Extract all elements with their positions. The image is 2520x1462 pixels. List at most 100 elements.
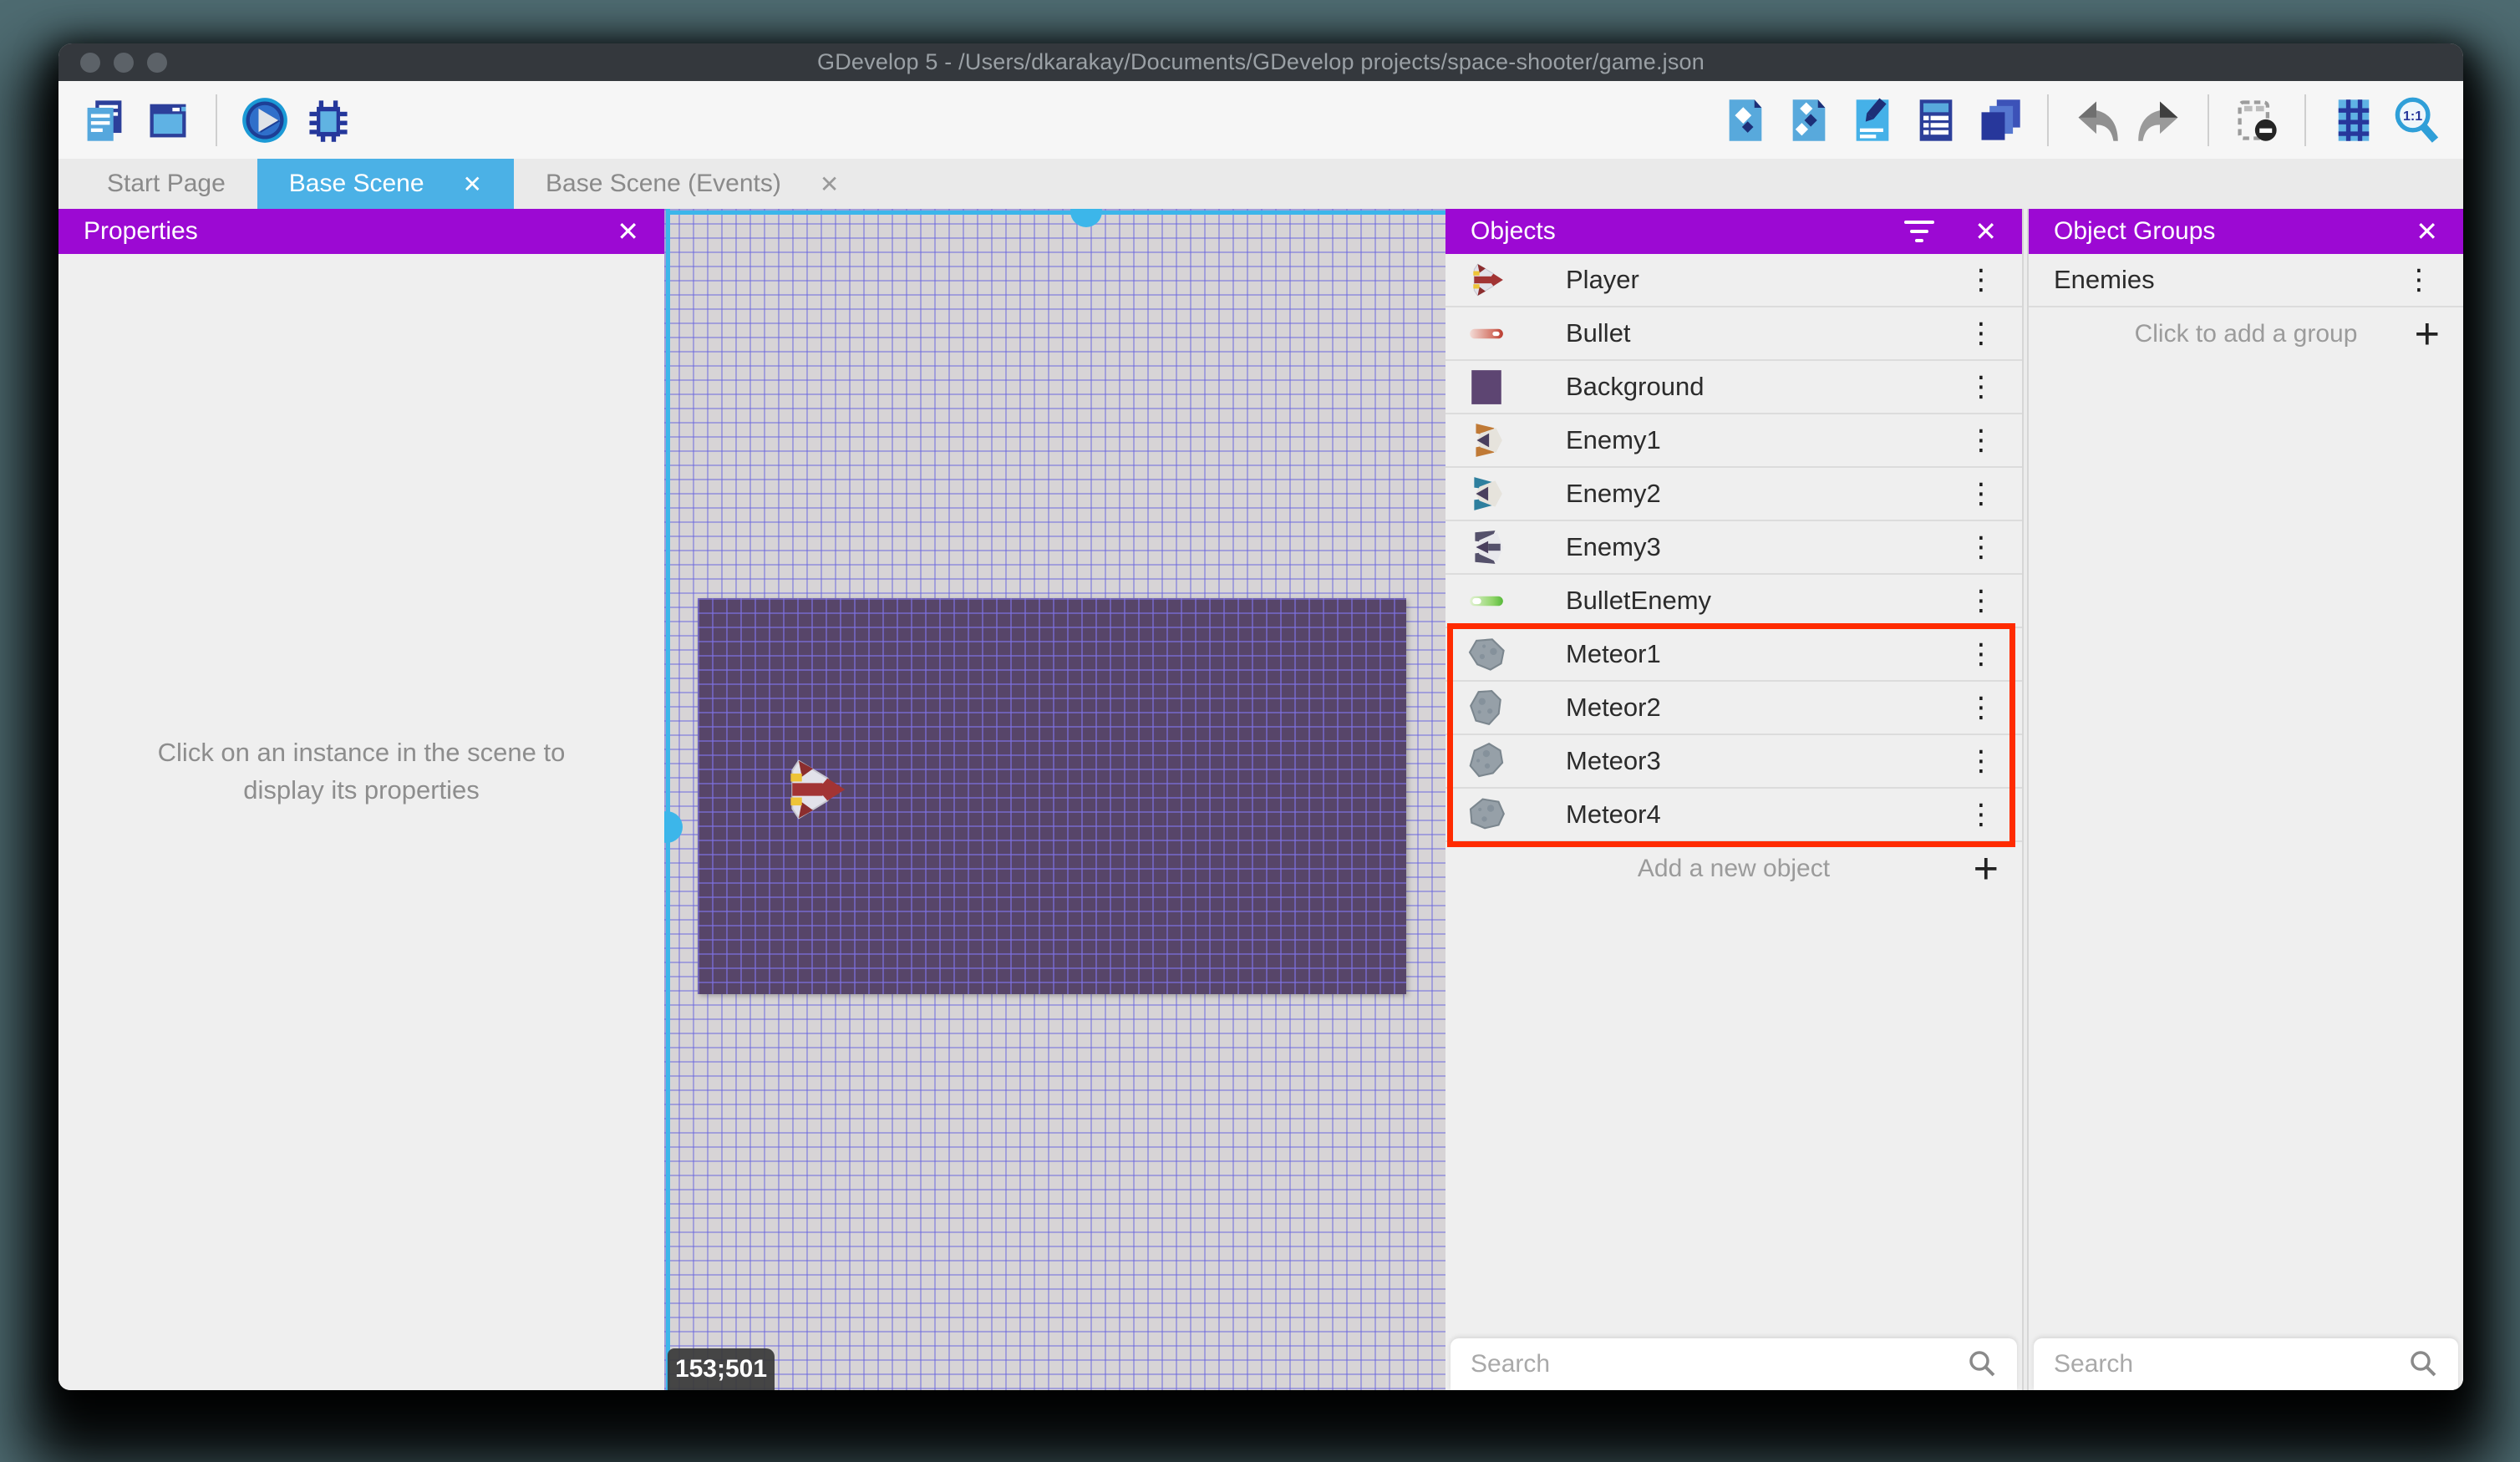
object-item-meteor3[interactable]: Meteor3 ⋮	[1445, 735, 2022, 789]
instances-list-button[interactable]	[1908, 93, 1964, 148]
mask-icon	[2233, 96, 2281, 145]
object-item-enemy2[interactable]: Enemy2 ⋮	[1445, 468, 2022, 521]
object-item-meteor4[interactable]: Meteor4 ⋮	[1445, 789, 2022, 842]
instances-list-icon	[1912, 96, 1960, 145]
window-title: GDevelop 5 - /Users/dkarakay/Documents/G…	[817, 49, 1705, 74]
object-menu-icon[interactable]: ⋮	[1962, 691, 2000, 724]
project-manager-icon	[80, 96, 129, 145]
main-content: Properties ✕ Click on an instance in the…	[58, 209, 2463, 1390]
player-instance[interactable]	[780, 750, 850, 829]
add-group-button[interactable]: Click to add a group +	[2029, 307, 2463, 361]
undo-icon	[2072, 96, 2121, 145]
meteor-thumbnail	[1462, 790, 1511, 840]
object-groups-panel-header: Object Groups ✕	[2029, 209, 2463, 254]
close-window-button[interactable]	[80, 52, 100, 73]
properties-panel-title: Properties	[84, 217, 198, 245]
object-menu-icon[interactable]: ⋮	[1962, 798, 2000, 831]
add-object-button[interactable]: Add a new object +	[1445, 842, 2022, 896]
objects-panel: Objects ✕ Player ⋮ Bullet ⋮ Background ⋮ Enemy…	[1445, 209, 2022, 1390]
layers-editor-icon	[1975, 96, 2024, 145]
object-groups-editor-icon	[1785, 96, 1833, 145]
meteor-thumbnail	[1463, 631, 1510, 678]
object-groups-editor-button[interactable]	[1781, 93, 1837, 148]
objects-editor-button[interactable]	[1718, 93, 1773, 148]
cursor-coordinates-badge: 153;501	[668, 1348, 775, 1390]
groups-search-input[interactable]	[2054, 1350, 2408, 1378]
object-menu-icon[interactable]: ⋮	[1962, 637, 2000, 671]
minimize-window-button[interactable]	[114, 52, 134, 73]
close-icon[interactable]: ✕	[617, 218, 639, 245]
group-item-enemies[interactable]: Enemies ⋮	[2029, 254, 2463, 307]
object-item-bulletenemy[interactable]: BulletEnemy ⋮	[1445, 575, 2022, 628]
maximize-window-button[interactable]	[147, 52, 167, 73]
mask-button[interactable]	[2229, 93, 2284, 148]
play-icon	[241, 96, 289, 145]
enemy2-thumbnail	[1467, 475, 1506, 513]
object-groups-panel: Object Groups ✕ Enemies ⋮ Click to add a …	[2029, 209, 2463, 1390]
close-icon[interactable]: ✕	[1974, 218, 1997, 245]
object-menu-icon[interactable]: ⋮	[1962, 317, 2000, 350]
tab-base-scene[interactable]: Base Scene ✕	[257, 159, 515, 209]
object-menu-icon[interactable]: ⋮	[1962, 530, 2000, 564]
redo-button[interactable]	[2132, 93, 2187, 148]
scene-border-left	[666, 209, 670, 1390]
main-toolbar: 1:1	[58, 81, 2463, 159]
object-menu-icon[interactable]: ⋮	[1962, 584, 2000, 617]
player-thumbnail	[1467, 261, 1506, 299]
scene-window-button[interactable]	[140, 93, 196, 148]
tab-close-icon[interactable]: ✕	[463, 170, 482, 198]
search-icon	[1967, 1349, 1997, 1379]
object-menu-icon[interactable]: ⋮	[1962, 424, 2000, 457]
group-menu-icon[interactable]: ⋮	[2400, 263, 2438, 297]
tab-bar: Start Page Base Scene ✕ Base Scene (Events)…	[58, 159, 2463, 209]
properties-editor-button[interactable]	[1845, 93, 1900, 148]
redo-icon	[2136, 96, 2184, 145]
object-item-background[interactable]: Background ⋮	[1445, 361, 2022, 414]
object-item-meteor2[interactable]: Meteor2 ⋮	[1445, 682, 2022, 735]
toolbar-left-group	[77, 93, 356, 148]
close-icon[interactable]: ✕	[2416, 218, 2438, 245]
object-item-enemy3[interactable]: Enemy3 ⋮	[1445, 521, 2022, 575]
undo-button[interactable]	[2069, 93, 2124, 148]
object-item-player[interactable]: Player ⋮	[1445, 254, 2022, 307]
filter-icon[interactable]	[1904, 221, 1938, 242]
debug-button[interactable]	[301, 93, 356, 148]
object-menu-icon[interactable]: ⋮	[1962, 477, 2000, 510]
plus-icon: +	[2414, 310, 2440, 358]
objects-panel-title: Objects	[1471, 217, 1556, 245]
object-menu-icon[interactable]: ⋮	[1962, 744, 2000, 778]
traffic-lights	[80, 43, 167, 81]
toolbar-separator	[2208, 94, 2209, 146]
zoom-ratio-button[interactable]: 1:1	[2390, 93, 2445, 148]
object-item-enemy1[interactable]: Enemy1 ⋮	[1445, 414, 2022, 468]
meteor-thumbnail	[1460, 734, 1513, 788]
debug-icon	[304, 96, 353, 145]
group-list: Enemies ⋮	[2029, 254, 2463, 307]
object-item-meteor1[interactable]: Meteor1 ⋮	[1445, 628, 2022, 682]
titlebar: GDevelop 5 - /Users/dkarakay/Documents/G…	[58, 43, 2463, 81]
left-middle-handle[interactable]	[664, 811, 683, 843]
project-manager-button[interactable]	[77, 93, 132, 148]
toolbar-right-group: 1:1	[1718, 93, 2445, 148]
scene-canvas[interactable]: 153;501	[664, 209, 1445, 1390]
layers-editor-button[interactable]	[1972, 93, 2027, 148]
objects-search-input[interactable]	[1471, 1350, 1967, 1378]
scene-border-top	[666, 211, 1445, 215]
properties-panel: Properties ✕ Click on an instance in the…	[58, 209, 664, 1390]
groups-search-bar	[2034, 1338, 2458, 1390]
object-item-bullet[interactable]: Bullet ⋮	[1445, 307, 2022, 361]
object-menu-icon[interactable]: ⋮	[1962, 370, 2000, 404]
tab-base-scene-events[interactable]: Base Scene (Events) ✕	[514, 159, 871, 209]
tab-close-icon[interactable]: ✕	[820, 170, 839, 198]
top-center-handle[interactable]	[1070, 209, 1102, 227]
object-menu-icon[interactable]: ⋮	[1962, 263, 2000, 297]
play-button[interactable]	[237, 93, 292, 148]
panel-divider[interactable]	[2022, 209, 2029, 1390]
properties-panel-header: Properties ✕	[58, 209, 664, 254]
tab-start-page[interactable]: Start Page	[75, 159, 257, 209]
grid-button[interactable]	[2326, 93, 2381, 148]
toolbar-separator	[216, 94, 217, 146]
svg-text:1:1: 1:1	[2403, 109, 2422, 124]
toolbar-separator	[2304, 94, 2306, 146]
properties-empty-message: Click on an instance in the scene to dis…	[157, 738, 566, 805]
